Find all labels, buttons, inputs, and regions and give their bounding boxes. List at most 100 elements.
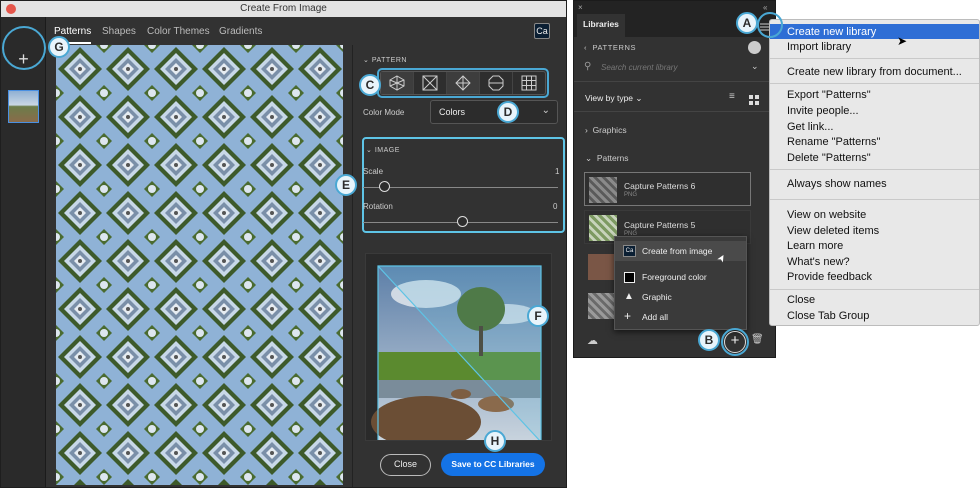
menu-item-label: Graphic [642, 292, 672, 302]
menu-item-view-deleted-items[interactable]: View deleted items [770, 223, 979, 238]
grid-view-glyph [749, 95, 759, 105]
callout-badge-d: D [497, 101, 519, 123]
menu-item-learn-more[interactable]: Learn more [770, 238, 979, 253]
color-mode-value: Colors [439, 107, 466, 117]
rotation-label: Rotation [363, 202, 393, 211]
menu-item-provide-feedback[interactable]: Provide feedback [770, 269, 979, 284]
menu-item-rename[interactable]: Rename "Patterns" [770, 134, 979, 149]
tab-gradients[interactable]: Gradients [219, 26, 262, 37]
pattern-swatch-partial[interactable] [588, 293, 616, 319]
search-scope-chevron-icon[interactable]: ⌄ [751, 61, 759, 72]
divider [574, 111, 775, 112]
view-by-dropdown[interactable]: View by type ⌄ [585, 93, 643, 104]
pattern-section-label: PATTERN [371, 57, 407, 64]
libraries-tab[interactable]: Libraries [577, 14, 625, 37]
group-patterns[interactable]: ⌄ Patterns [585, 153, 629, 164]
color-mode-label: Color Mode [363, 108, 405, 117]
menu-item-label: Add all [642, 312, 668, 322]
pattern-preview [56, 45, 343, 485]
menu-item-whats-new[interactable]: What's new? [770, 254, 979, 269]
menu-item-export[interactable]: Export "Patterns" [770, 87, 979, 102]
plus-icon: + [624, 309, 632, 323]
pattern-swatch-partial[interactable] [588, 254, 616, 280]
group-patterns-label: Patterns [596, 153, 629, 163]
menu-item-label: Foreground color [642, 272, 707, 282]
item-name: Capture Patterns 6 [624, 181, 696, 191]
scale-slider-handle[interactable] [379, 181, 390, 192]
callout-ring-a [757, 12, 783, 38]
window-titlebar: Create From Image [1, 1, 566, 17]
close-button[interactable]: Close [380, 454, 431, 476]
image-section-header[interactable]: ⌄ IMAGE [366, 146, 400, 154]
tab-color-themes[interactable]: Color Themes [147, 26, 210, 37]
trash-icon[interactable]: 🗑 [751, 334, 764, 345]
group-graphics[interactable]: › Graphics [585, 125, 627, 135]
menu-separator [770, 289, 979, 290]
pattern-section-header[interactable]: ⌄ PATTERN [363, 56, 407, 64]
menu-item-close-tab-group[interactable]: Close Tab Group [770, 308, 979, 323]
menu-item-label: Create from image [642, 246, 713, 256]
divider [574, 81, 775, 82]
item-name: Capture Patterns 5 [624, 220, 696, 230]
window-title: Create From Image [240, 3, 327, 14]
menu-item-get-link[interactable]: Get link... [770, 119, 979, 134]
menu-item-always-show-names[interactable]: Always show names [770, 176, 979, 191]
color-mode-select[interactable]: Colors ⌄ [430, 100, 558, 124]
callout-badge-b: B [698, 329, 720, 351]
capture-app-icon: Ca [623, 245, 636, 257]
search-icon: ⚲ [584, 61, 592, 72]
rotation-slider-handle[interactable] [457, 216, 468, 227]
landscape-photo [371, 265, 542, 440]
menu-item-delete[interactable]: Delete "Patterns" [770, 150, 979, 165]
callout-badge-e: E [335, 174, 357, 196]
menu-item-import-library[interactable]: Import library [770, 39, 979, 54]
scale-label: Scale [363, 167, 384, 176]
menu-item-create-new-library[interactable]: Create new library [770, 24, 979, 39]
scale-slider-track[interactable] [363, 187, 558, 188]
cloud-sync-icon[interactable]: ☁ [587, 334, 598, 347]
menu-item-close[interactable]: Close [770, 292, 979, 307]
menu-separator [770, 199, 979, 200]
collaborator-avatar-icon[interactable] [748, 41, 761, 54]
callout-ring-g [2, 26, 46, 70]
callout-badge-c: C [359, 74, 381, 96]
menu-item-view-on-website[interactable]: View on website [770, 207, 979, 222]
menu-item-graphic[interactable]: ▲ Graphic [615, 287, 746, 307]
callout-ring-b [721, 328, 749, 356]
capture-app-icon: Ca [534, 23, 550, 39]
callout-ring-c [377, 68, 549, 98]
library-item-capture-patterns-6[interactable]: Capture Patterns 6 PNG [584, 172, 751, 206]
panel-collapse-icon[interactable]: « [763, 3, 767, 12]
sort-icon[interactable]: ≡ [729, 91, 735, 102]
grid-view-icon[interactable] [749, 92, 759, 105]
callout-badge-f: F [527, 305, 549, 327]
add-content-context-menu: Ca Create from image Foreground color ▲ … [614, 236, 747, 330]
window-close-icon[interactable] [6, 4, 16, 14]
menu-item-add-all[interactable]: + Add all [615, 307, 746, 327]
libraries-flyout-menu: Create new library Import library Create… [769, 19, 980, 326]
graphic-icon: ▲ [624, 291, 634, 302]
tab-shapes[interactable]: Shapes [102, 26, 136, 37]
callout-badge-g: G [48, 36, 70, 58]
menu-separator [770, 83, 979, 84]
search-input[interactable]: Search current library [601, 63, 677, 72]
mode-tabs: Patterns Shapes Color Themes Gradients [47, 17, 567, 45]
image-section-label: IMAGE [374, 147, 400, 154]
callout-badge-a: A [736, 12, 758, 34]
menu-item-create-library-from-document[interactable]: Create new library from document... [770, 64, 979, 79]
panel-close-icon[interactable]: × [578, 3, 583, 12]
breadcrumb[interactable]: ‹ PATTERNS [584, 43, 636, 52]
callout-badge-h: H [484, 430, 506, 452]
save-to-cc-libraries-button[interactable]: Save to CC Libraries [441, 453, 545, 476]
menu-separator [770, 169, 979, 170]
rotation-value: 0 [553, 202, 558, 211]
group-graphics-label: Graphics [592, 125, 627, 135]
source-image-preview[interactable] [365, 253, 552, 441]
image-strip: + [1, 17, 46, 487]
menu-item-foreground-color[interactable]: Foreground color [615, 267, 746, 287]
color-swatch-icon [624, 272, 635, 283]
image-thumbnail[interactable] [8, 90, 39, 123]
item-type: PNG [624, 192, 638, 198]
menu-item-invite-people[interactable]: Invite people... [770, 103, 979, 118]
pattern-swatch [589, 215, 617, 241]
